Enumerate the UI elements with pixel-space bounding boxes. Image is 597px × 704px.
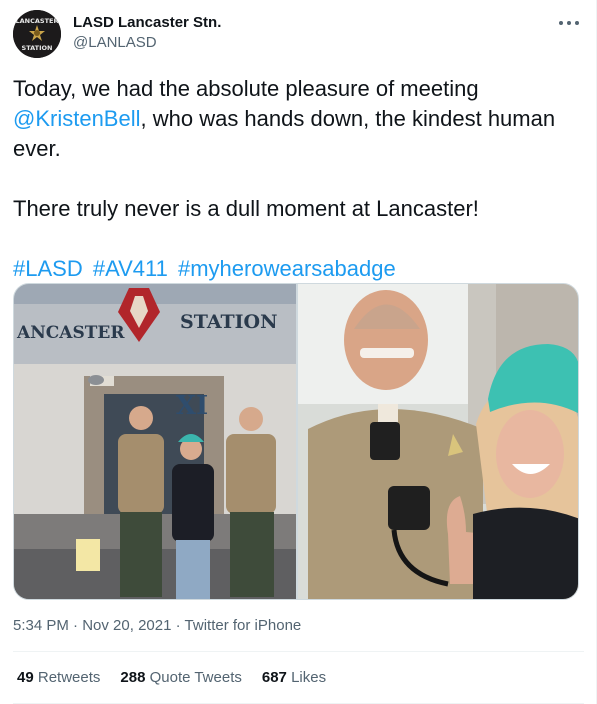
retweets-count: 49 (17, 669, 34, 686)
display-name[interactable]: LASD Lancaster Stn. (73, 13, 221, 33)
quote-tweets-stat[interactable]: 288 Quote Tweets (120, 668, 241, 688)
quote-tweets-count: 288 (120, 669, 146, 686)
station-roman-numeral: XI (176, 391, 208, 421)
likes-count: 687 (261, 669, 287, 686)
avatar-text-top: LANCASTER (16, 17, 59, 25)
tweet-stats: 49 Retweets 288 Quote Tweets 687 Likes (17, 668, 346, 688)
tweet-paragraph-2: There truly never is a dull moment at La… (13, 196, 479, 221)
hashtag-link[interactable]: #myherowearsabadge (178, 256, 396, 281)
more-horizontal-icon[interactable] (556, 12, 582, 32)
user-handle[interactable]: @LANLASD (73, 33, 221, 53)
divider (13, 651, 584, 652)
hashtag-link[interactable]: #LASD (13, 256, 83, 281)
quote-tweets-label: Quote Tweets (149, 669, 242, 686)
retweets-label: Retweets (37, 669, 101, 686)
retweets-stat[interactable]: 49 Retweets (17, 668, 100, 688)
meta-separator: · (73, 617, 79, 634)
meta-separator: · (175, 617, 181, 634)
likes-label: Likes (291, 669, 327, 686)
tweet-header: LANCASTER STATION LASD Lancaster Stn. @L… (13, 10, 584, 58)
photo-selfie[interactable] (298, 284, 578, 599)
tweet-card: LANCASTER STATION LASD Lancaster Stn. @L… (0, 0, 597, 704)
hashtag-link[interactable]: #AV411 (93, 256, 168, 281)
tweet-meta: 5:34 PM · Nov 20, 2021 · Twitter for iPh… (13, 616, 301, 636)
media-grid: ANCASTER STATION XI (13, 283, 579, 600)
avatar[interactable]: LANCASTER STATION (13, 10, 61, 58)
tweet-date[interactable]: Nov 20, 2021 (82, 617, 171, 634)
station-sign-left: ANCASTER (16, 323, 125, 343)
tweet-source[interactable]: Twitter for iPhone (185, 617, 302, 634)
hashtag-list: #LASD #AV411 #myherowearsabadge (13, 254, 579, 284)
lasd-badge-logo: LANCASTER STATION (13, 10, 61, 58)
photo-station-group[interactable]: ANCASTER STATION XI (14, 284, 296, 599)
station-sign-right: STATION (180, 311, 277, 333)
avatar-text-bottom: STATION (22, 44, 53, 52)
tweet-paragraph-1: Today, we had the absolute pleasure of m… (13, 74, 579, 164)
user-names: LASD Lancaster Stn. @LANLASD (73, 13, 221, 53)
likes-stat[interactable]: 687 Likes (262, 668, 326, 688)
tweet-text: Today, we had the absolute pleasure of m… (13, 74, 579, 284)
mention-link[interactable]: @KristenBell (13, 106, 141, 131)
tweet-time[interactable]: 5:34 PM (13, 617, 69, 634)
tweet-text-intro: Today, we had the absolute pleasure of m… (13, 76, 479, 101)
